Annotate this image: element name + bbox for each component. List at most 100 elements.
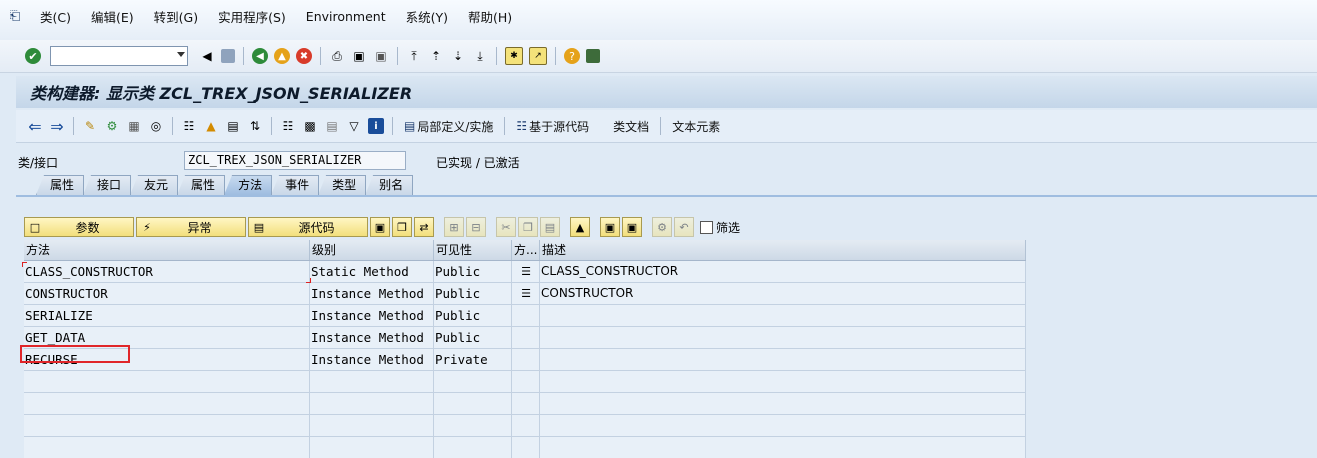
where-used-icon[interactable]: ◎	[148, 118, 164, 134]
tab-attributes[interactable]: 属性	[177, 175, 226, 195]
tab-methods[interactable]: 方法	[224, 175, 273, 195]
method-level-cell[interactable]: Instance Method	[310, 305, 434, 326]
menu-class[interactable]: 类(C)	[30, 7, 81, 26]
method-description-cell[interactable]	[540, 327, 1026, 348]
method-description-cell[interactable]	[540, 305, 1026, 326]
undo-delete-icon[interactable]: ⚙	[652, 217, 672, 237]
tab-properties[interactable]: 属性	[36, 175, 85, 195]
info-icon[interactable]: i	[368, 118, 384, 134]
menu-help[interactable]: 帮助(H)	[458, 7, 522, 26]
method-visibility-cell[interactable]: Public	[434, 305, 512, 326]
filter-checkbox[interactable]	[700, 220, 713, 234]
exit-icon[interactable]: ▲	[274, 48, 290, 64]
menu-environment[interactable]: Environment	[296, 9, 396, 24]
method-visibility-cell[interactable]: Public	[434, 261, 512, 282]
local-definitions-button[interactable]: ▤ 局部定义/实施	[398, 118, 499, 135]
new-session-icon[interactable]: ✱	[505, 47, 523, 65]
table-row[interactable]: GET_DATA Instance Method Public	[24, 327, 1026, 349]
empty-row[interactable]	[24, 437, 1026, 458]
activate-icon[interactable]: ▦	[126, 118, 142, 134]
layout-icon[interactable]	[586, 49, 600, 63]
change-display-icon[interactable]: ✎	[82, 118, 98, 134]
class-documentation-button[interactable]: 类文档	[607, 118, 655, 135]
find-in-list-icon[interactable]: ▣	[600, 217, 620, 237]
tab-events[interactable]: 事件	[271, 175, 320, 195]
empty-row[interactable]	[24, 415, 1026, 437]
table-row[interactable]: RECURSE Instance Method Private	[24, 349, 1026, 371]
method-description-cell[interactable]	[540, 349, 1026, 370]
shortcut-icon[interactable]: ↗	[529, 47, 547, 65]
check-icon[interactable]: ⚙	[104, 118, 120, 134]
column-header-visibility[interactable]: 可见性	[434, 240, 512, 260]
column-header-description[interactable]: 描述	[540, 240, 1026, 260]
method-visibility-cell[interactable]: Public	[434, 327, 512, 348]
text-elements-button[interactable]: 文本元素	[666, 118, 726, 135]
method-level-cell[interactable]: Static Method	[310, 261, 434, 282]
find-next-icon[interactable]: ▣	[373, 48, 389, 64]
empty-row[interactable]	[24, 371, 1026, 393]
forward-arrow-icon[interactable]: ⇒	[49, 117, 65, 136]
exceptions-button[interactable]: ⚡ 异常	[136, 217, 246, 237]
chevron-down-icon[interactable]	[177, 52, 185, 57]
column-header-level[interactable]: 级别	[310, 240, 434, 260]
method-visibility-cell[interactable]: Private	[434, 349, 512, 370]
method-description-cell[interactable]: CONSTRUCTOR	[540, 283, 1026, 304]
method-level-cell[interactable]: Instance Method	[310, 327, 434, 348]
back-arrow-icon[interactable]: ⇐	[27, 117, 43, 136]
sort-icon[interactable]: ▲	[570, 217, 590, 237]
tab-aliases[interactable]: 别名	[365, 175, 414, 195]
tab-friends[interactable]: 友元	[130, 175, 179, 195]
back-nav-icon[interactable]: ◀	[252, 48, 268, 64]
method-level-cell[interactable]: Instance Method	[310, 283, 434, 304]
hierarchy-icon[interactable]: ▲	[203, 118, 219, 134]
filter-icon[interactable]: ▽	[346, 118, 362, 134]
system-menu-icon[interactable]: ⎗	[0, 9, 30, 24]
undo-icon[interactable]: ↶	[674, 217, 694, 237]
first-page-icon[interactable]: ⤒	[406, 48, 422, 64]
find-icon[interactable]: ▣	[351, 48, 367, 64]
table-row[interactable]: CLASS_CONSTRUCTOR Static Method Public ☰…	[24, 261, 1026, 283]
copy-icon[interactable]: ❐	[518, 217, 538, 237]
method-name-cell[interactable]: CLASS_CONSTRUCTOR	[24, 261, 310, 282]
method-name-cell[interactable]: CONSTRUCTOR	[24, 283, 310, 304]
detail-view-icon[interactable]: ▣	[370, 217, 390, 237]
source-code-based-button[interactable]: ☷ 基于源代码	[510, 118, 595, 135]
menu-system[interactable]: 系统(Y)	[396, 7, 458, 26]
class-interface-field[interactable]: ZCL_TREX_JSON_SERIALIZER	[184, 151, 406, 170]
method-visibility-cell[interactable]: Public	[434, 283, 512, 304]
insert-row-icon[interactable]: ⊞	[444, 217, 464, 237]
copy-method-icon[interactable]: ❐	[392, 217, 412, 237]
print-icon[interactable]: ⎙	[329, 48, 345, 64]
next-page-icon[interactable]: ⇣	[450, 48, 466, 64]
back-small-icon[interactable]: ◀	[199, 48, 215, 64]
column-header-method-type[interactable]: 方...	[512, 240, 540, 260]
column-header-method[interactable]: 方法	[24, 240, 310, 260]
enter-icon[interactable]: ✔	[25, 48, 41, 64]
redefine-icon[interactable]: ⇄	[414, 217, 434, 237]
message-icon[interactable]: ▤	[324, 118, 340, 134]
empty-row[interactable]	[24, 393, 1026, 415]
delete-row-icon[interactable]: ⊟	[466, 217, 486, 237]
command-field[interactable]	[50, 46, 188, 66]
method-name-cell[interactable]: SERIALIZE	[24, 305, 310, 326]
menu-utilities[interactable]: 实用程序(S)	[208, 7, 296, 26]
parameters-button[interactable]: □ 参数	[24, 217, 134, 237]
object-list-icon[interactable]: ☷	[181, 118, 197, 134]
tab-interfaces[interactable]: 接口	[83, 175, 132, 195]
save-icon[interactable]	[221, 49, 235, 63]
method-description-cell[interactable]: CLASS_CONSTRUCTOR	[540, 261, 1026, 282]
menu-goto[interactable]: 转到(G)	[144, 7, 208, 26]
display-object-icon[interactable]: ▤	[225, 118, 241, 134]
cancel-icon[interactable]: ✖	[296, 48, 312, 64]
method-level-cell[interactable]: Instance Method	[310, 349, 434, 370]
help-icon[interactable]: ?	[564, 48, 580, 64]
cut-icon[interactable]: ✂	[496, 217, 516, 237]
find-next-in-list-icon[interactable]: ▣	[622, 217, 642, 237]
prev-page-icon[interactable]: ⇡	[428, 48, 444, 64]
tab-types[interactable]: 类型	[318, 175, 367, 195]
structure-icon[interactable]: ☷	[280, 118, 296, 134]
menu-edit[interactable]: 编辑(E)	[81, 7, 144, 26]
source-code-button[interactable]: ▤ 源代码	[248, 217, 368, 237]
last-page-icon[interactable]: ⤓	[472, 48, 488, 64]
table-row[interactable]: CONSTRUCTOR Instance Method Public ☰ CON…	[24, 283, 1026, 305]
